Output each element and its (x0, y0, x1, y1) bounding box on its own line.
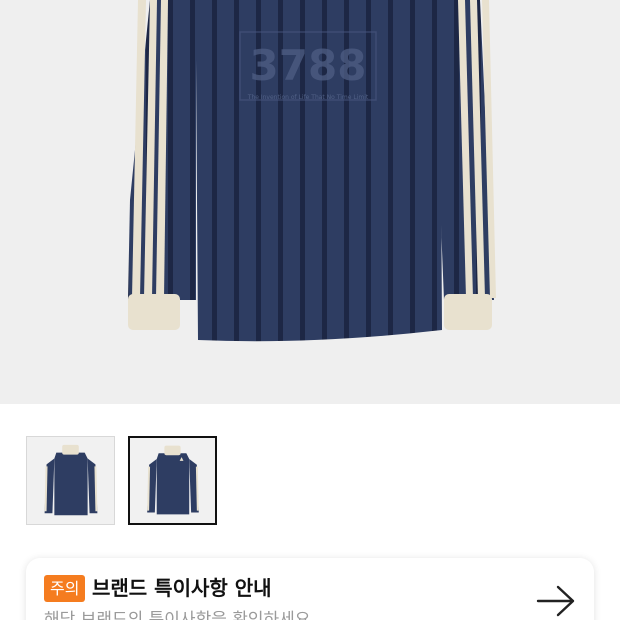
right-cuff (444, 294, 492, 330)
thumbnail-jersey-collar (147, 445, 199, 515)
thumbnail-jersey-front (44, 444, 98, 516)
brand-notice-card[interactable]: 주의 브랜드 특이사항 안내 해당 브랜드의 특이사항을 확인하세요 (26, 558, 594, 620)
print-tagline: The Invention of Life That No Time Limit (247, 94, 369, 101)
thumbnail-strip (26, 436, 217, 525)
thumbnail-1[interactable] (26, 436, 115, 525)
jersey-illustration: 3788 The Invention of Life That No Time … (128, 0, 496, 342)
arrow-right-icon[interactable] (536, 584, 576, 618)
notice-subtitle: 해당 브랜드의 특이사항을 확인하세요 (44, 610, 311, 620)
thumbnail-2[interactable] (128, 436, 217, 525)
caution-badge: 주의 (44, 575, 86, 602)
print-number: 3788 (250, 41, 367, 90)
product-main-image[interactable]: 3788 The Invention of Life That No Time … (0, 0, 620, 404)
notice-title: 브랜드 특이사항 안내 (92, 576, 272, 600)
left-cuff (128, 294, 180, 330)
